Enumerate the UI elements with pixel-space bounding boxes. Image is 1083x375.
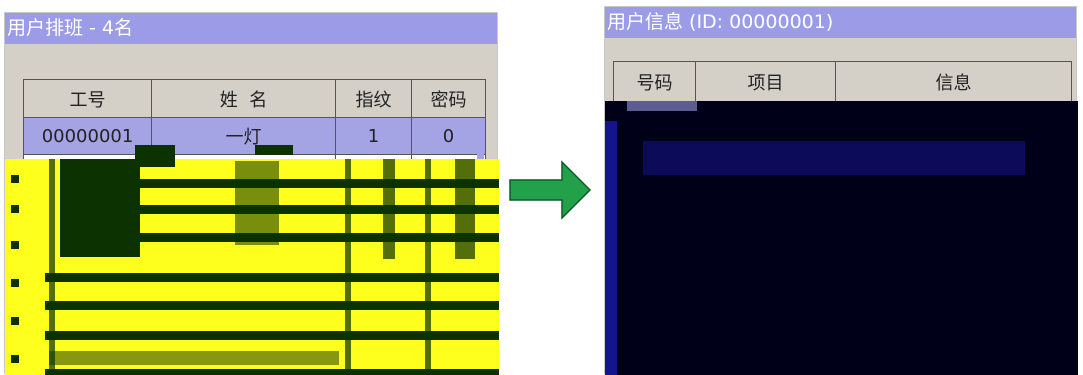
column-header-id[interactable]: 工号 bbox=[23, 79, 152, 118]
user-schedule-window: 用户排班 - 4名 工号 姓 名 指纹 密码 00000001 一灯 1 0 bbox=[4, 12, 499, 375]
column-header-password[interactable]: 密码 bbox=[411, 79, 486, 118]
screen-corruption-artifact bbox=[605, 101, 1078, 375]
column-header-item[interactable]: 项目 bbox=[695, 61, 836, 103]
screen-corruption-artifact bbox=[5, 145, 499, 375]
column-header-number[interactable]: 号码 bbox=[613, 61, 696, 103]
column-header-name[interactable]: 姓 名 bbox=[151, 79, 336, 118]
user-info-table: 号码 项目 信息 bbox=[613, 61, 1072, 103]
user-info-title-bar: 用户信息 (ID: 00000001) bbox=[605, 7, 1076, 38]
column-header-info[interactable]: 信息 bbox=[835, 61, 1072, 103]
user-schedule-title-bar: 用户排班 - 4名 bbox=[5, 13, 497, 44]
user-info-window: 用户信息 (ID: 00000001) 号码 项目 信息 bbox=[604, 6, 1078, 375]
right-arrow-icon bbox=[509, 160, 592, 220]
table-header-row: 号码 项目 信息 bbox=[613, 61, 1072, 103]
column-header-fingerprint[interactable]: 指纹 bbox=[335, 79, 412, 118]
table-header-row: 工号 姓 名 指纹 密码 bbox=[23, 79, 486, 118]
